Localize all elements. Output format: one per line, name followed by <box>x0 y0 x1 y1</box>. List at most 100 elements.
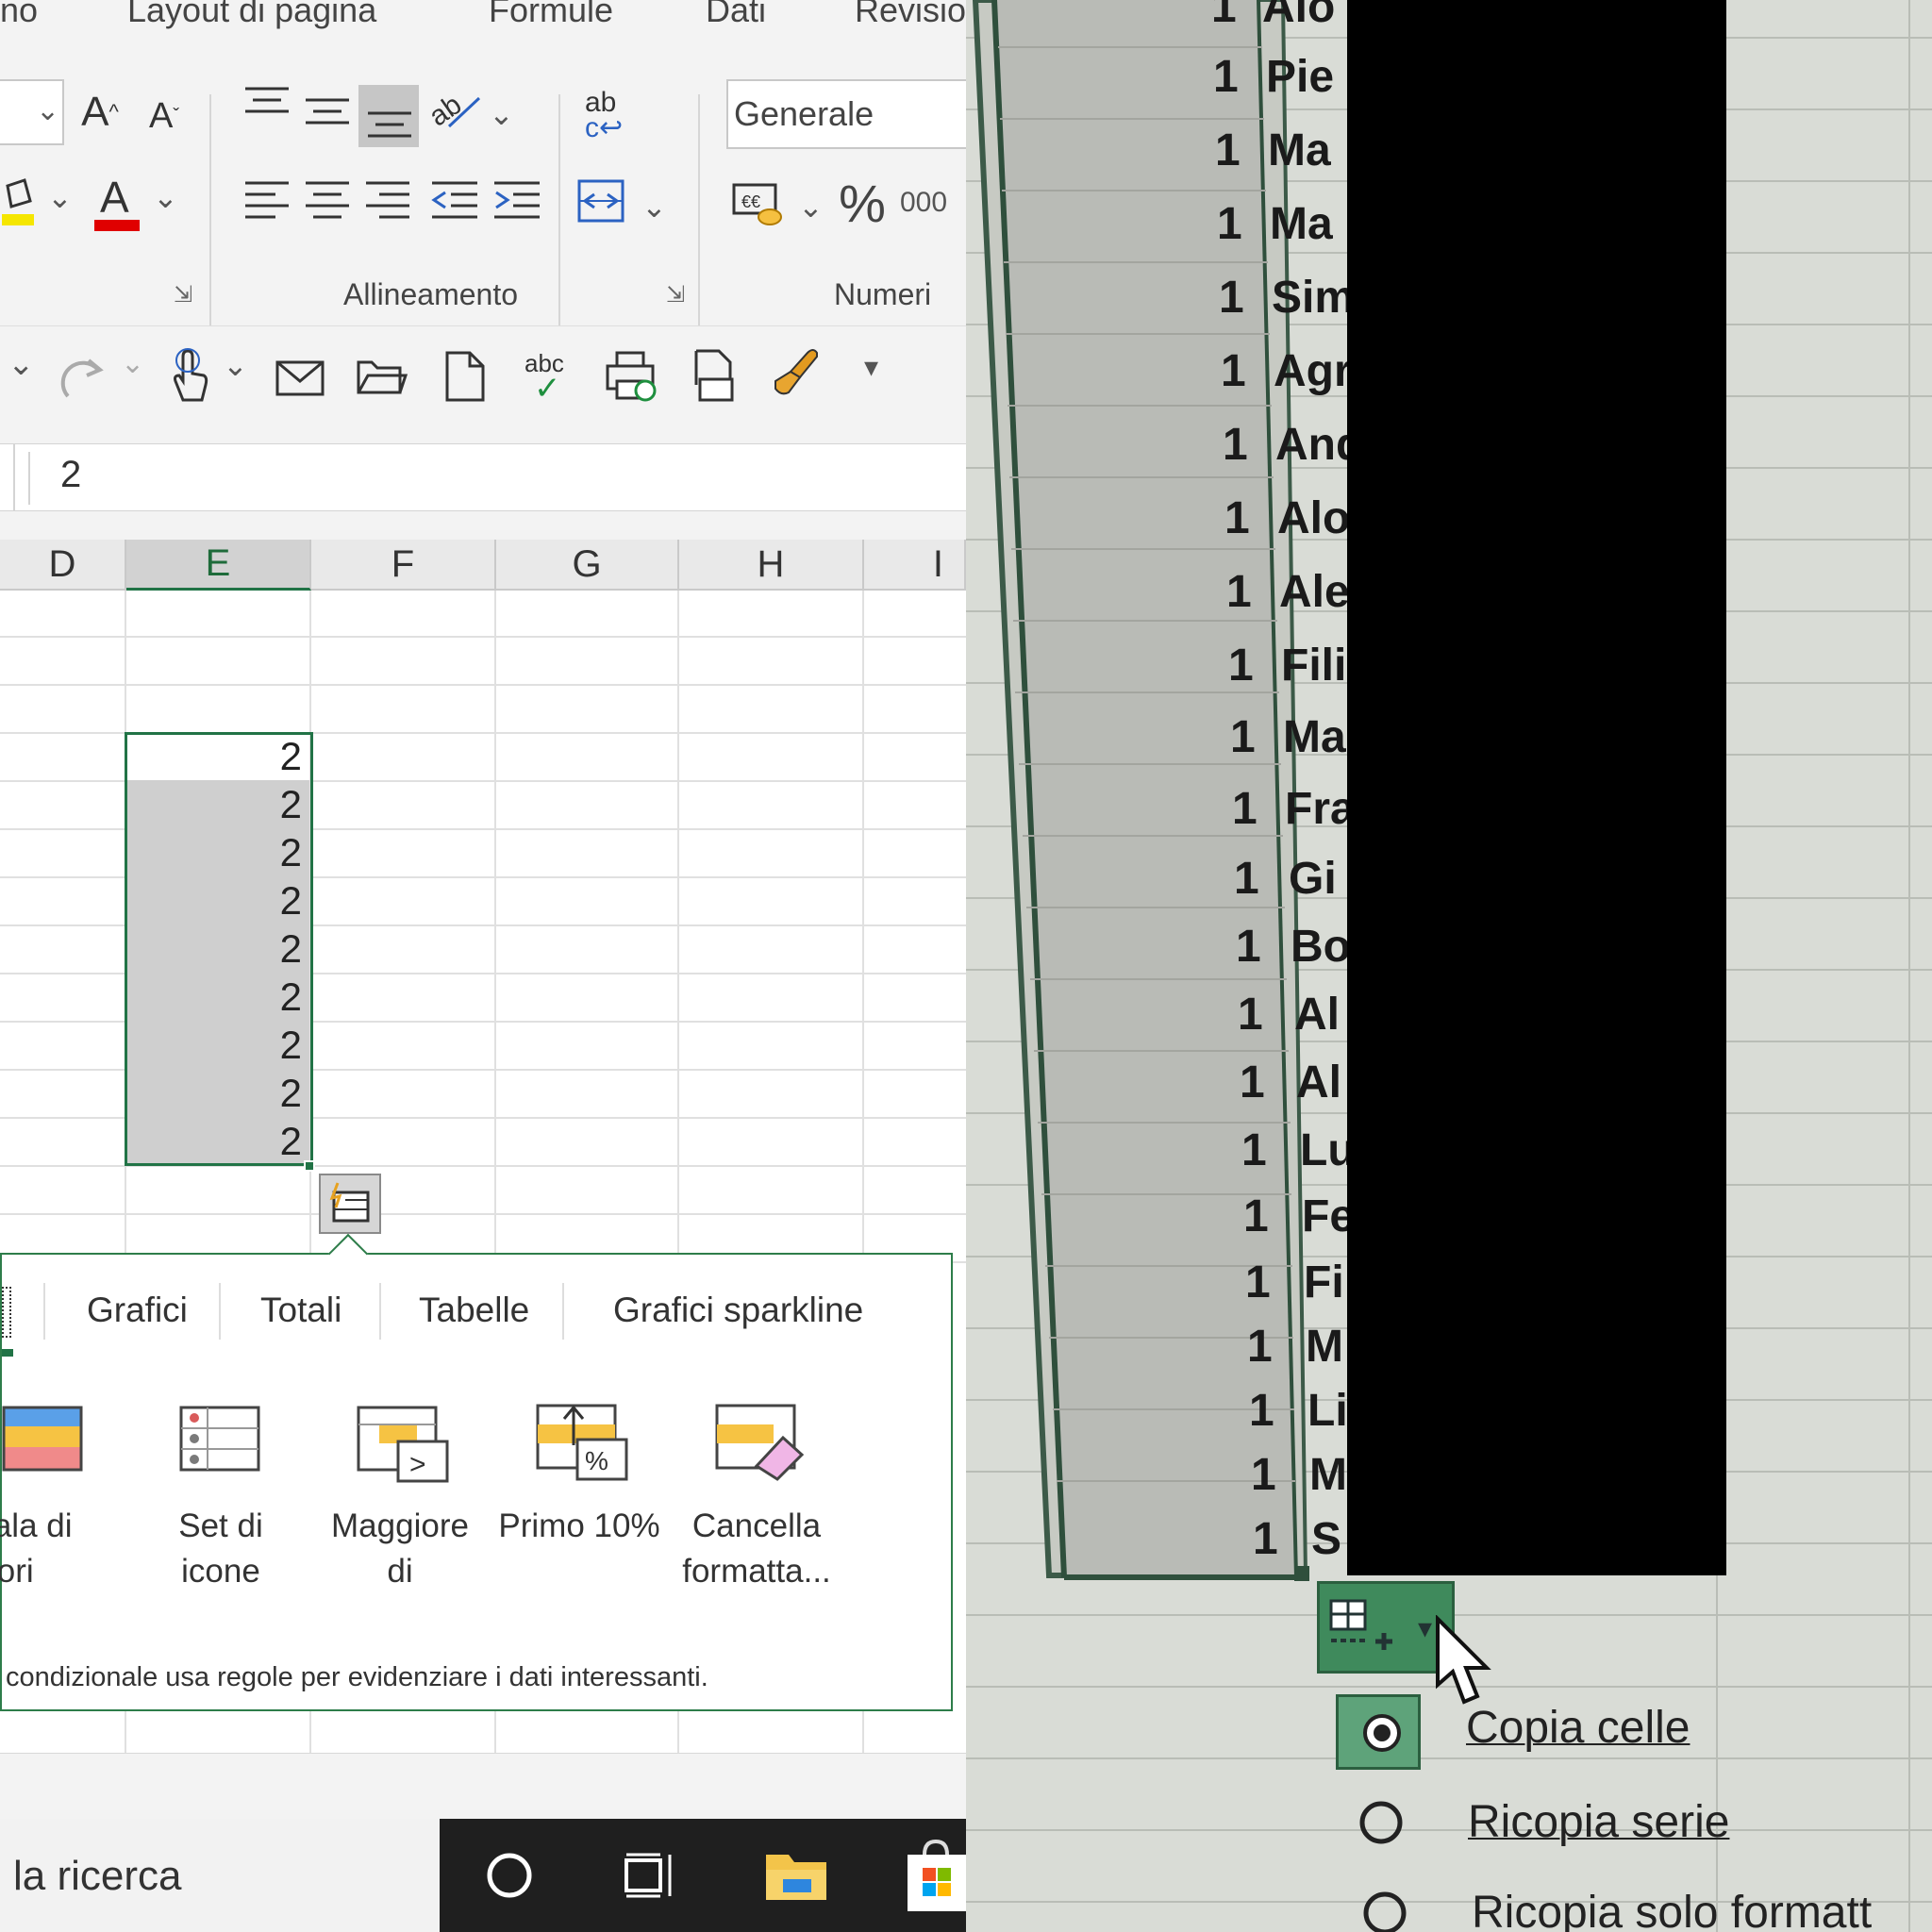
font-size-dropdown[interactable]: ⌄ <box>0 79 64 145</box>
orientation-icon[interactable]: ab <box>432 85 485 138</box>
increase-indent-icon[interactable] <box>492 177 541 225</box>
column-header-f[interactable]: F <box>311 540 496 591</box>
chevron-down-icon[interactable]: ⌄ <box>121 347 144 380</box>
customize-toolbar-icon[interactable]: ▾ <box>864 351 878 384</box>
align-bottom-button[interactable] <box>358 85 419 147</box>
tab-formatting[interactable] <box>2 1287 11 1338</box>
new-file-icon[interactable] <box>443 349 487 404</box>
clear-format-line2: formatta... <box>682 1553 831 1590</box>
clear-format-line1: Cancella <box>691 1507 822 1544</box>
task-view-icon[interactable] <box>623 1851 675 1900</box>
dialog-launcher-icon[interactable]: ⇲ <box>174 281 192 308</box>
taskbar-search-box[interactable]: la ricerca <box>0 1819 440 1932</box>
align-center-icon[interactable] <box>304 177 351 225</box>
font-color-icon[interactable]: A <box>91 170 143 236</box>
chevron-down-icon[interactable]: ⌄ <box>153 179 178 215</box>
photo-row-name: Pie <box>1266 52 1335 102</box>
photo-row-num: 1 <box>1211 0 1237 32</box>
print-icon[interactable] <box>691 347 738 406</box>
photo-row-name: Fi <box>1304 1257 1344 1307</box>
print-preview-icon[interactable] <box>604 349 658 404</box>
photo-row-num: 1 <box>1234 854 1259 904</box>
fill-color-icon[interactable] <box>0 170 38 236</box>
photo-row-name: Ale <box>1279 567 1347 617</box>
column-header-e[interactable]: E <box>126 540 311 591</box>
open-folder-icon[interactable] <box>355 355 408 398</box>
column-header-g[interactable]: G <box>496 540 679 591</box>
option-fill-series[interactable]: Ricopia serie <box>1468 1796 1729 1848</box>
greater-than-line2: di <box>387 1553 413 1590</box>
tab-charts[interactable]: Grafici <box>87 1291 188 1330</box>
top-10-icon[interactable]: % <box>536 1404 630 1488</box>
color-scale-line1: Scala di <box>0 1507 73 1544</box>
greater-than-icon[interactable]: > <box>357 1406 451 1490</box>
svg-text:€€: €€ <box>741 192 760 211</box>
store-icon[interactable] <box>904 1839 966 1915</box>
chevron-down-icon[interactable]: ⌄ <box>47 179 73 215</box>
quick-access-toolbar: ⌄ ⌄ ⌄ abc ✓ ▾ <box>0 325 966 429</box>
merge-center-icon[interactable] <box>577 177 626 226</box>
option-copy-cells-radio[interactable] <box>1336 1694 1421 1770</box>
photo-row-num: 1 <box>1249 1386 1274 1436</box>
icon-set-label[interactable]: Set di icone <box>136 1504 306 1594</box>
radio-unselected-icon[interactable] <box>1355 1796 1407 1849</box>
touch-mode-icon[interactable] <box>162 347 211 406</box>
align-left-icon[interactable] <box>243 177 291 225</box>
photo-row-name: Bo <box>1291 922 1347 972</box>
file-explorer-icon[interactable] <box>762 1847 830 1904</box>
greater-than-label[interactable]: Maggiore di <box>315 1504 485 1594</box>
option-copy-cells[interactable]: Copia celle <box>1466 1702 1690 1754</box>
comma-style-icon[interactable]: 000 <box>900 187 947 219</box>
top-10-label[interactable]: Primo 10% <box>494 1504 664 1549</box>
tab-totals[interactable]: Totali <box>260 1291 341 1330</box>
accounting-format-icon[interactable]: €€ <box>732 179 785 228</box>
name-box[interactable] <box>0 444 15 510</box>
windows-taskbar: la ricerca <box>0 1819 966 1932</box>
number-format-dropdown[interactable]: Generale <box>726 79 966 149</box>
chevron-down-icon[interactable]: ⌄ <box>489 96 514 132</box>
tab-page-layout[interactable]: Layout di pagina <box>127 0 376 30</box>
chevron-down-icon[interactable]: ⌄ <box>798 189 824 225</box>
radio-unselected-icon[interactable] <box>1358 1887 1411 1932</box>
decrease-indent-icon[interactable] <box>430 177 479 225</box>
chevron-down-icon[interactable]: ⌄ <box>223 347 248 383</box>
percent-style-icon[interactable]: % <box>834 170 891 236</box>
tab-formulas[interactable]: Formule <box>489 0 613 30</box>
tab-data[interactable]: Dati <box>706 0 766 30</box>
tab-review[interactable]: Revisio <box>855 0 966 30</box>
tab-sparklines[interactable]: Grafici sparkline <box>613 1291 863 1330</box>
tab-tables[interactable]: Tabelle <box>419 1291 529 1330</box>
align-top-icon[interactable] <box>243 83 291 130</box>
photo-row-num: 1 <box>1251 1450 1276 1500</box>
photo-row-name: Gi <box>1289 854 1337 904</box>
align-middle-icon[interactable] <box>304 91 351 138</box>
option-fill-formatting-only[interactable]: Ricopia solo formatt <box>1472 1887 1872 1932</box>
align-right-icon[interactable] <box>364 177 411 225</box>
column-header-d[interactable]: D <box>0 540 126 591</box>
clear-format-label[interactable]: Cancella formatta... <box>672 1504 841 1594</box>
icon-set-line1: Set di <box>178 1507 263 1544</box>
chevron-down-icon[interactable]: ⌄ <box>8 345 35 383</box>
chevron-down-icon[interactable]: ⌄ <box>641 189 667 225</box>
tab-home[interactable]: no <box>0 0 38 30</box>
redo-icon[interactable] <box>58 351 109 402</box>
color-scale-label[interactable]: Scala di colori <box>0 1504 143 1594</box>
icon-set-icon[interactable] <box>179 1406 262 1478</box>
dialog-launcher-icon[interactable]: ⇲ <box>666 281 685 308</box>
color-scale-icon[interactable] <box>2 1406 85 1474</box>
clear-format-icon[interactable] <box>715 1404 809 1488</box>
format-painter-icon[interactable] <box>770 343 823 400</box>
email-icon[interactable] <box>274 351 326 402</box>
fill-handle[interactable] <box>1294 1566 1309 1581</box>
formula-input[interactable]: 2 <box>60 454 81 496</box>
quick-analysis-button[interactable] <box>319 1174 381 1234</box>
svg-text:A: A <box>100 173 129 222</box>
photo-row-name: Alo <box>1277 493 1347 543</box>
fill-handle[interactable] <box>304 1160 315 1172</box>
cortana-icon[interactable] <box>485 1851 534 1900</box>
column-header-i[interactable]: I <box>864 540 966 591</box>
increase-font-icon[interactable]: A ^ <box>74 79 126 145</box>
decrease-font-icon[interactable]: Aˇ <box>140 83 189 149</box>
photo-row-name: Agr <box>1274 346 1347 396</box>
column-header-h[interactable]: H <box>679 540 864 591</box>
